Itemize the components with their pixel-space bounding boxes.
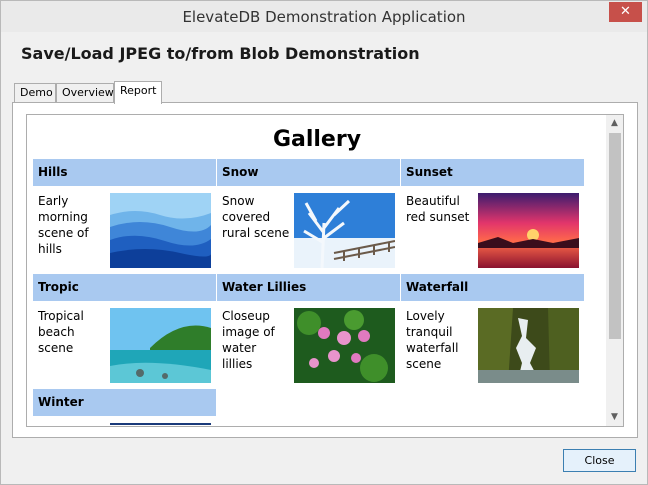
item-description: Closeup image of water lillies [222, 309, 275, 371]
close-window-button[interactable]: ✕ [609, 2, 642, 22]
item-name: Tropic [33, 274, 216, 301]
gallery-item-water-lillies: Water Lillies Closeup image of water lil… [217, 274, 400, 389]
item-name: Snow [217, 159, 400, 186]
tab-demo[interactable]: Demo [14, 83, 56, 103]
item-name: Sunset [401, 159, 584, 186]
item-name: Waterfall [401, 274, 584, 301]
winter-image [110, 423, 211, 425]
report-tab-panel: Gallery Hills Early morning scene of hil… [12, 102, 638, 438]
sunset-image [478, 193, 579, 268]
item-description: Early morning scene of hills [38, 194, 89, 256]
gallery-item-tropic: Tropic Tropical beach scene [33, 274, 216, 389]
gallery-item-waterfall: Waterfall Lovely tranquil waterfall scen… [401, 274, 584, 389]
page-heading: Save/Load JPEG to/from Blob Demonstratio… [21, 44, 420, 63]
item-name: Water Lillies [217, 274, 400, 301]
item-description: Lovely tranquil waterfall scene [406, 309, 459, 371]
gallery-item-sunset: Sunset Beautiful red sunset [401, 159, 584, 274]
vertical-scrollbar[interactable]: ▲ ▼ [606, 115, 623, 426]
report-viewer[interactable]: Gallery Hills Early morning scene of hil… [26, 114, 624, 427]
item-description: Snow covered rural scene [222, 194, 290, 240]
gallery-item-hills: Hills Early morning scene of hills [33, 159, 216, 274]
app-window: ElevateDB Demonstration Application ✕ Sa… [0, 0, 648, 485]
tab-report[interactable]: Report [114, 81, 162, 104]
waterfall-image [478, 308, 579, 383]
gallery-item-snow: Snow Snow covered rural scene [217, 159, 400, 274]
water-lillies-image [294, 308, 395, 383]
title-bar[interactable]: ElevateDB Demonstration Application ✕ [1, 1, 647, 32]
item-description: Beautiful red sunset [406, 194, 470, 224]
close-button[interactable]: Close [563, 449, 636, 472]
window-title: ElevateDB Demonstration Application [182, 8, 466, 26]
tropic-image [110, 308, 211, 383]
scroll-up-arrow-icon[interactable]: ▲ [606, 115, 623, 132]
scroll-down-arrow-icon[interactable]: ▼ [606, 409, 623, 426]
hills-image [110, 193, 211, 268]
gallery-title: Gallery [272, 127, 362, 152]
scroll-thumb[interactable] [609, 133, 621, 339]
tab-overview[interactable]: Overview [56, 83, 114, 103]
snow-image [294, 193, 395, 268]
item-description: Tropical beach scene [38, 309, 84, 355]
item-name: Hills [33, 159, 216, 186]
gallery-item-winter: Winter [33, 389, 216, 426]
item-name: Winter [33, 389, 216, 416]
